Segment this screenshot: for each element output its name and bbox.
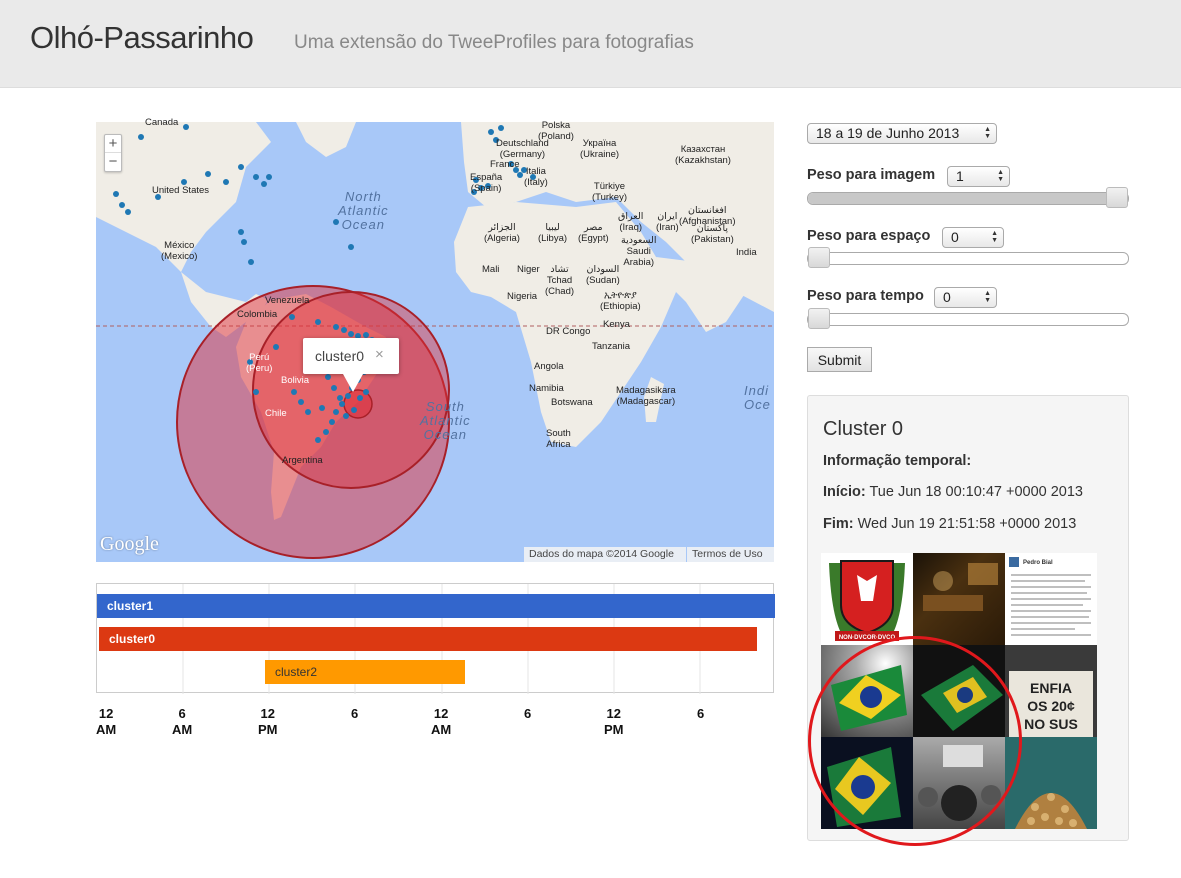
header: Olhó-Passarinho Uma extensão do TweeProf… bbox=[0, 0, 1181, 88]
select-arrows-icon: ▲ ▼ bbox=[984, 126, 991, 140]
timeline-bar-cluster0[interactable]: cluster0 bbox=[99, 627, 757, 651]
timeline-tick: 6 bbox=[524, 706, 532, 721]
close-icon[interactable]: × bbox=[375, 346, 384, 363]
timeline-chart: cluster1 cluster0 cluster2 bbox=[96, 583, 775, 694]
svg-text:OS 20¢: OS 20¢ bbox=[1027, 698, 1075, 714]
select-arrows-icon: ▲ ▼ bbox=[991, 230, 998, 244]
map-label-sudan: السودان (Sudan) bbox=[586, 264, 620, 286]
temporal-info-heading: Informação temporal: bbox=[823, 453, 972, 469]
map-label-tanzania: Tanzania bbox=[592, 341, 631, 352]
timeline-tick: 6 bbox=[697, 706, 705, 721]
map-label-colombia: Colombia bbox=[237, 309, 278, 320]
peso-tempo-slider[interactable] bbox=[807, 308, 1129, 329]
map-label-pakistan: پاکستان (Pakistan) bbox=[691, 223, 734, 245]
zoom-out-button[interactable]: − bbox=[105, 153, 121, 171]
map-label-nigeria: Nigeria bbox=[507, 291, 538, 302]
map-label-bolivia: Bolivia bbox=[281, 375, 309, 386]
map-label-turkey: Türkiye (Turkey) bbox=[592, 181, 628, 203]
map-label-namibia: Namibia bbox=[529, 383, 564, 394]
map-label-ukraine: Україна (Ukraine) bbox=[580, 138, 620, 160]
ocean-label-north-atlantic: North Atlantic Ocean bbox=[338, 189, 389, 232]
map-label-saudi: السعودية Saudi Arabia) bbox=[621, 235, 657, 268]
map-label-niger: Niger bbox=[517, 264, 540, 275]
zoom-in-button[interactable]: + bbox=[105, 135, 121, 153]
map-attribution: Dados do mapa ©2014 Google bbox=[524, 547, 686, 562]
peso-tempo-select[interactable]: 0 ▲ ▼ bbox=[934, 287, 997, 308]
peso-tempo-label: Peso para tempo bbox=[807, 288, 924, 304]
map-label-italy: Italia (Italy) bbox=[524, 166, 548, 188]
timeline-tick: 12 AM bbox=[431, 706, 452, 737]
map-label-mali: Mali bbox=[482, 264, 500, 275]
google-logo: Google bbox=[100, 533, 159, 555]
map-label-kazakhstan: Казахстан (Kazakhstan) bbox=[675, 144, 731, 166]
cluster-title: Cluster 0 bbox=[823, 418, 904, 440]
slider-thumb[interactable] bbox=[808, 308, 830, 329]
map-label-libya: ليبيا (Libya) bbox=[538, 222, 568, 244]
peso-espaco-select[interactable]: 0 ▲ ▼ bbox=[942, 227, 1004, 248]
svg-text:Pedro Bial: Pedro Bial bbox=[1023, 560, 1053, 566]
svg-text:ENFIA: ENFIA bbox=[1030, 680, 1072, 696]
map-label-peru: Perú (Peru) bbox=[246, 352, 273, 374]
popup-tail bbox=[343, 374, 363, 392]
peso-espaco-slider[interactable] bbox=[807, 247, 1129, 268]
submit-button[interactable]: Submit bbox=[807, 347, 872, 372]
timeline-tick: 6 AM bbox=[172, 706, 193, 737]
map-terms-link[interactable]: Termos de Uso bbox=[687, 547, 774, 562]
map-label-iran: ایران (Iran) bbox=[656, 211, 679, 233]
peso-espaco-label: Peso para espaço bbox=[807, 228, 931, 244]
photo-thumbnail[interactable]: Pedro Bial bbox=[1005, 553, 1097, 645]
peso-imagem-select[interactable]: 1 ▲ ▼ bbox=[947, 166, 1010, 187]
slider-thumb[interactable] bbox=[1106, 187, 1128, 208]
map-label-canada: Canada bbox=[145, 117, 179, 128]
map-label-germany: Deutschland (Germany) bbox=[496, 138, 549, 160]
map-label-india: India bbox=[736, 247, 757, 258]
ocean-label-indian: Indi Oce bbox=[744, 383, 771, 412]
map-label-algeria: الجزائر (Algeria) bbox=[484, 222, 520, 244]
timeline-bar-cluster2[interactable]: cluster2 bbox=[265, 660, 465, 684]
fim-line: Fim: Wed Jun 19 21:51:58 +0000 2013 bbox=[823, 516, 1077, 532]
photo-thumbnail[interactable]: NON·DVCOR·DVCO bbox=[821, 553, 913, 645]
timeline-tick: 12 AM bbox=[96, 706, 117, 737]
map-label-us: United States bbox=[152, 185, 210, 196]
map-label-spain: España (Spain) bbox=[470, 172, 503, 194]
timeline-tick: 12 PM bbox=[258, 706, 278, 737]
map-label-drcongo: DR Congo bbox=[546, 326, 591, 337]
select-arrows-icon: ▲ ▼ bbox=[997, 169, 1004, 183]
highlight-circle bbox=[808, 636, 1022, 846]
map-zoom-control[interactable]: + − bbox=[104, 134, 122, 172]
map-label-iraq: العراق (Iraq) bbox=[618, 211, 644, 233]
popup-label: cluster0 bbox=[315, 348, 365, 364]
timeline-bar-cluster1[interactable]: cluster1 bbox=[97, 594, 775, 618]
select-arrows-icon: ▲ ▼ bbox=[984, 290, 991, 304]
map-label-france: France bbox=[490, 159, 520, 170]
page-subtitle: Uma extensão do TweeProfiles para fotogr… bbox=[294, 32, 694, 53]
timeline-tick: 12 PM bbox=[604, 706, 624, 737]
slider-thumb[interactable] bbox=[808, 247, 830, 268]
map-label-venezuela: Venezuela bbox=[265, 295, 310, 306]
map-label-egypt: مصر (Egypt) bbox=[578, 222, 609, 244]
peso-imagem-slider[interactable] bbox=[807, 187, 1129, 208]
inicio-line: Início: Tue Jun 18 00:10:47 +0000 2013 bbox=[823, 484, 1083, 500]
timeline-tick: 6 bbox=[351, 706, 359, 721]
map-label-madagascar: Madagasikara (Madagascar) bbox=[616, 385, 676, 407]
cluster-popup[interactable]: cluster0 × bbox=[303, 338, 399, 374]
map-label-angola: Angola bbox=[534, 361, 564, 372]
map-label-botswana: Botswana bbox=[551, 397, 593, 408]
photo-thumbnail[interactable] bbox=[913, 553, 1005, 645]
map-label-argentina: Argentina bbox=[282, 455, 323, 466]
map-label-ethiopia: ኢትዮጵያ (Ethiopia) bbox=[600, 290, 641, 312]
map-label-kenya: Kenya bbox=[603, 319, 630, 330]
date-range-select[interactable]: 18 a 19 de Junho 2013 ▲ ▼ bbox=[807, 123, 997, 144]
map-label-chad: تشاد Tchad (Chad) bbox=[545, 264, 575, 297]
svg-text:NO SUS: NO SUS bbox=[1024, 716, 1078, 732]
map-label-south-africa: South Africa bbox=[546, 428, 571, 450]
ocean-label-south-atlantic: South Atlantic Ocean bbox=[420, 399, 471, 442]
map-label-chile: Chile bbox=[265, 408, 287, 419]
slider-fill bbox=[808, 193, 1117, 204]
map-label-mexico: México (Mexico) bbox=[161, 240, 198, 262]
peso-imagem-label: Peso para imagem bbox=[807, 167, 936, 183]
page-title: Olhó-Passarinho bbox=[30, 20, 254, 55]
